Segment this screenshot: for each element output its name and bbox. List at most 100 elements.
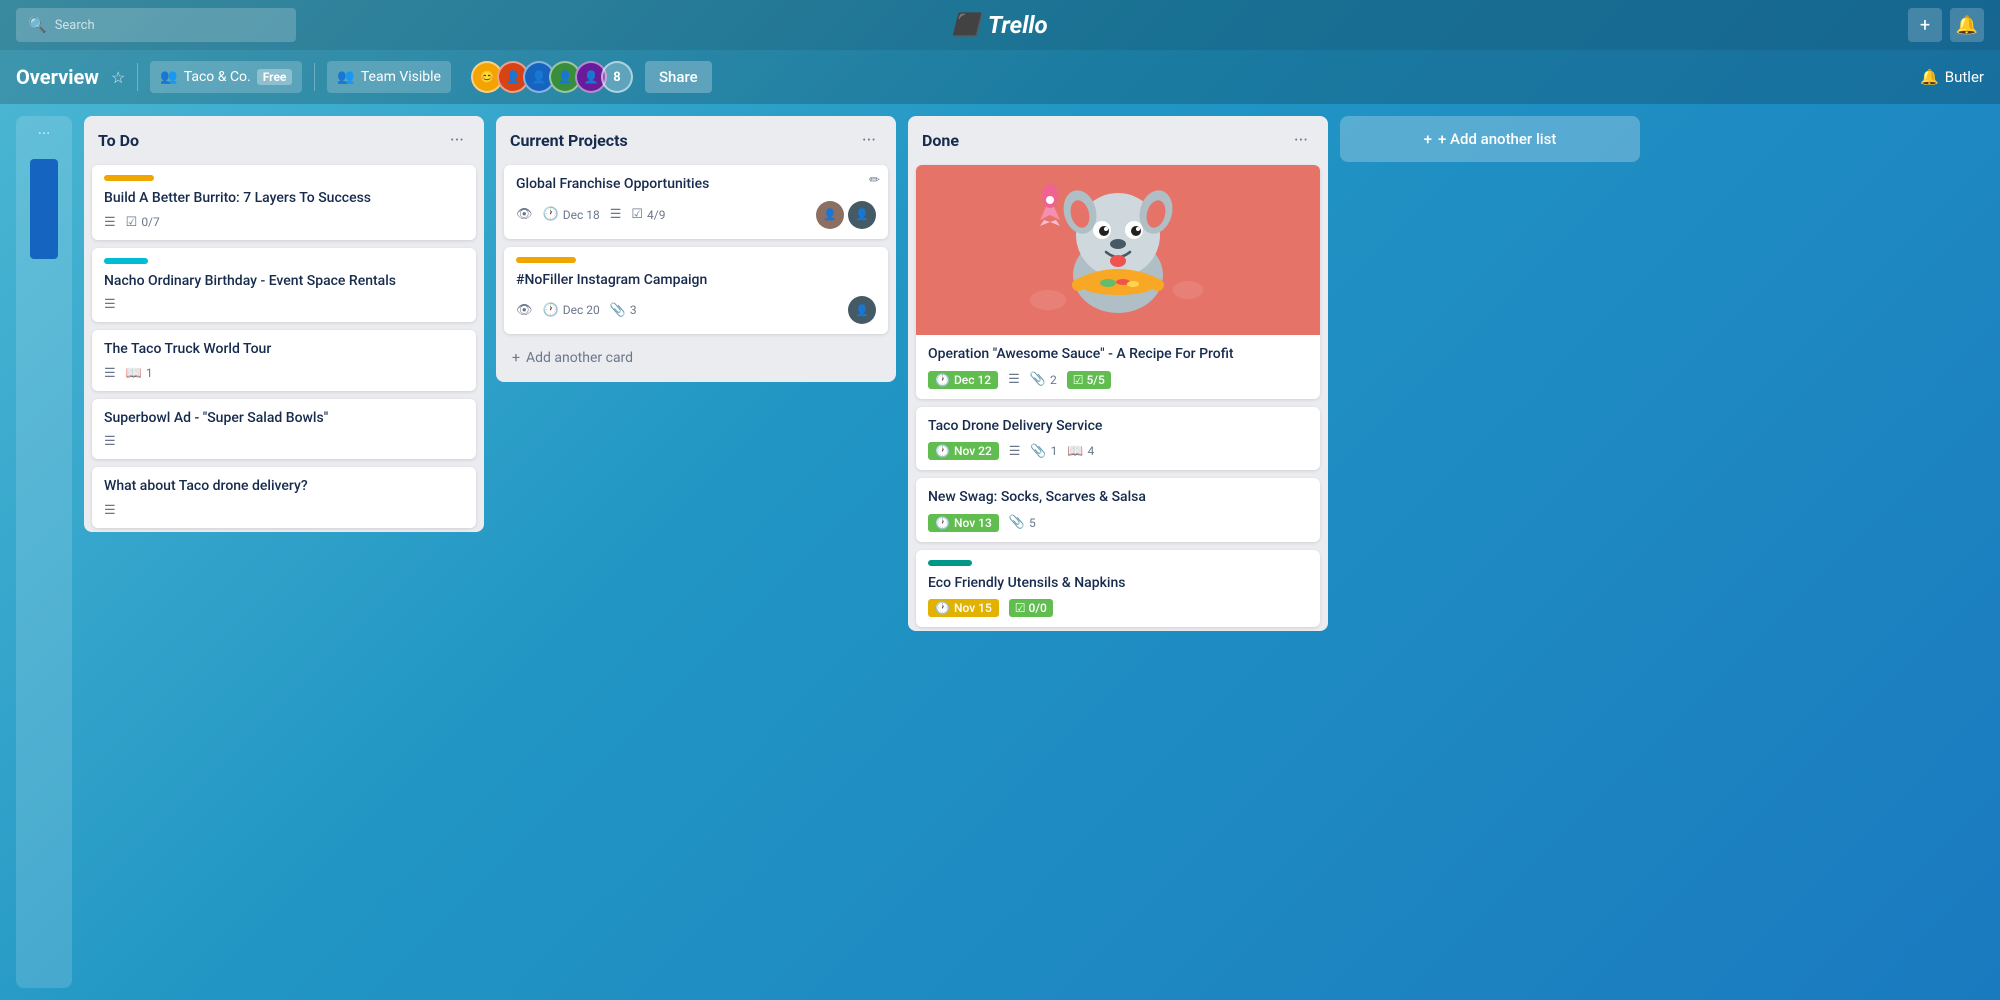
due-badge-partial: 🕐 Nov 15 [928,599,999,617]
desc-icon: ☰ [104,366,116,381]
desc-icon: ☰ [104,297,116,312]
checklist-badge-partial: ☑ 0/0 [1009,599,1053,617]
card-meta: ☰ [104,297,464,312]
card-new-swag[interactable]: New Swag: Socks, Scarves & Salsa 🕐 Nov 1… [916,478,1320,542]
card-drone-delivery[interactable]: What about Taco drone delivery? ☰ [92,467,476,528]
team-icon: 👥 [337,69,354,85]
card-title: Operation "Awesome Sauce" - A Recipe For… [928,345,1308,365]
attachment-count: 3 [630,303,637,317]
add-card-button[interactable]: + Add another card [500,342,892,374]
card-meta: 🕐 Dec 12 ☰ 📎 2 ☑ 5/5 [928,371,1308,389]
list-current-title: Current Projects [510,131,628,150]
paperclip-icon: 📎 [1030,444,1046,459]
list-todo-header: To Do ··· [84,116,484,161]
clock-icon: 🕐 [935,444,950,458]
card-body: Operation "Awesome Sauce" - A Recipe For… [916,335,1320,399]
workspace-button[interactable]: 👥 Taco & Co. Free [150,61,302,93]
card-taco-truck[interactable]: The Taco Truck World Tour ☰ 📖 1 [92,330,476,391]
card-taco-drone-service[interactable]: Taco Drone Delivery Service 🕐 Nov 22 ☰ 📎… [916,407,1320,471]
card-global-franchise[interactable]: ✏ Global Franchise Opportunities 👁 🕐 Dec… [504,165,888,239]
due-badge-done: 🕐 Nov 22 [928,442,999,460]
star-button[interactable]: ☆ [111,68,125,87]
plus-icon: + [1424,130,1432,148]
due-date: Dec 12 [954,373,991,387]
list-done-menu[interactable]: ··· [1288,128,1314,153]
card-title: Eco Friendly Utensils & Napkins [928,574,1308,594]
card-nacho-birthday[interactable]: Nacho Ordinary Birthday - Event Space Re… [92,248,476,323]
avatar-count[interactable]: 8 [601,61,633,93]
card-meta: 👁 🕐 Dec 18 ☰ ☑ 4/9 👤 👤 [516,201,876,229]
card-attachment: 📎 5 [1009,515,1036,530]
eye-icon: 👁 [516,207,533,222]
header-divider-2 [314,63,315,91]
card-eco-friendly[interactable]: Eco Friendly Utensils & Napkins 🕐 Nov 15… [916,550,1320,628]
list-done-title: Done [922,131,959,150]
list-todo-body: Build A Better Burrito: 7 Layers To Succ… [84,161,484,532]
checklist-count: 0/7 [141,215,159,229]
card-attachment: 📎 3 [610,303,637,318]
list-todo: To Do ··· Build A Better Burrito: 7 Laye… [84,116,484,532]
paperclip-icon: 📎 [610,303,626,318]
card-superbowl[interactable]: Superbowl Ad - "Super Salad Bowls" ☰ [92,399,476,460]
card-title: Superbowl Ad - "Super Salad Bowls" [104,409,464,429]
butler-button[interactable]: 🔔 Butler [1920,68,1984,86]
butler-label: Butler [1945,68,1984,86]
checklist-count: 0/0 [1029,601,1047,615]
workspace-icon: 👥 [160,69,177,85]
workspace-name: Taco & Co. [184,69,251,85]
list-done-header: Done ··· [908,116,1328,161]
card-meta: 🕐 Nov 22 ☰ 📎 1 📖 4 [928,442,1308,460]
add-button[interactable]: + [1908,8,1942,42]
card-desc-icon: ☰ [104,366,116,381]
board-content: ··· To Do ··· Build A Better Burrito: 7 … [0,104,2000,1000]
checklist-icon: ☑ [126,215,138,230]
card-avatar-2: 👤 [848,201,876,229]
card-due: 🕐 Dec 20 [543,303,600,318]
search-box[interactable]: 🔍 Search [16,8,296,42]
card-title: Build A Better Burrito: 7 Layers To Succ… [104,189,464,209]
due-date: Dec 18 [563,208,600,222]
trello-logo: ⬛ Trello [952,11,1047,39]
list-done-body: Operation "Awesome Sauce" - A Recipe For… [908,161,1328,631]
card-nofiller[interactable]: #NoFiller Instagram Campaign 👁 🕐 Dec 20 … [504,247,888,335]
card-build-burrito[interactable]: Build A Better Burrito: 7 Layers To Succ… [92,165,476,240]
card-desc-icon: ☰ [104,297,116,312]
due-badge-done: 🕐 Nov 13 [928,514,999,532]
due-date: Dec 20 [563,303,600,317]
card-label-orange-cp [516,257,576,263]
book-count: 4 [1088,444,1095,458]
checklist-icon: ☑ [631,207,643,222]
card-awesome-sauce[interactable]: Operation "Awesome Sauce" - A Recipe For… [916,165,1320,399]
card-watch-icon: 👁 [516,207,533,222]
clock-icon: 🕐 [935,516,950,530]
checklist-icon: ☑ [1015,601,1026,615]
butler-icon: 🔔 [1920,68,1939,86]
list-current-header: Current Projects ··· [496,116,896,161]
card-desc-icon: ☰ [104,215,116,230]
desc-icon: ☰ [1008,372,1020,387]
top-bar-right: + 🔔 [1908,8,1984,42]
add-list-button[interactable]: + + Add another list [1340,116,1640,162]
attachment-count: 1 [146,366,153,380]
card-desc: ☰ [1008,372,1020,387]
list-current-menu[interactable]: ··· [856,128,882,153]
trello-board-icon: ⬛ [952,13,979,38]
desc-icon: ☰ [104,434,116,449]
due-badge-done: 🕐 Dec 12 [928,371,998,389]
card-label-cyan [104,258,148,264]
card-title: Nacho Ordinary Birthday - Event Space Re… [104,272,464,292]
clock-icon: 🕐 [935,373,950,387]
card-attachment: 📎 1 [1030,444,1057,459]
paperclip-icon: 📎 [1009,515,1025,530]
list-todo-menu[interactable]: ··· [444,128,470,153]
notifications-button[interactable]: 🔔 [1950,8,1984,42]
card-avatar-1: 👤 [816,201,844,229]
team-visible-button[interactable]: 👥 Team Visible [327,61,451,93]
side-panel-menu[interactable]: ··· [38,124,51,143]
edit-icon[interactable]: ✏ [869,173,880,188]
paperclip-icon: 📎 [1030,372,1046,387]
card-desc-icon: ☰ [104,434,116,449]
board-title: Overview [16,65,99,89]
list-current-body: ✏ Global Franchise Opportunities 👁 🕐 Dec… [496,161,896,338]
share-button[interactable]: Share [645,61,712,93]
